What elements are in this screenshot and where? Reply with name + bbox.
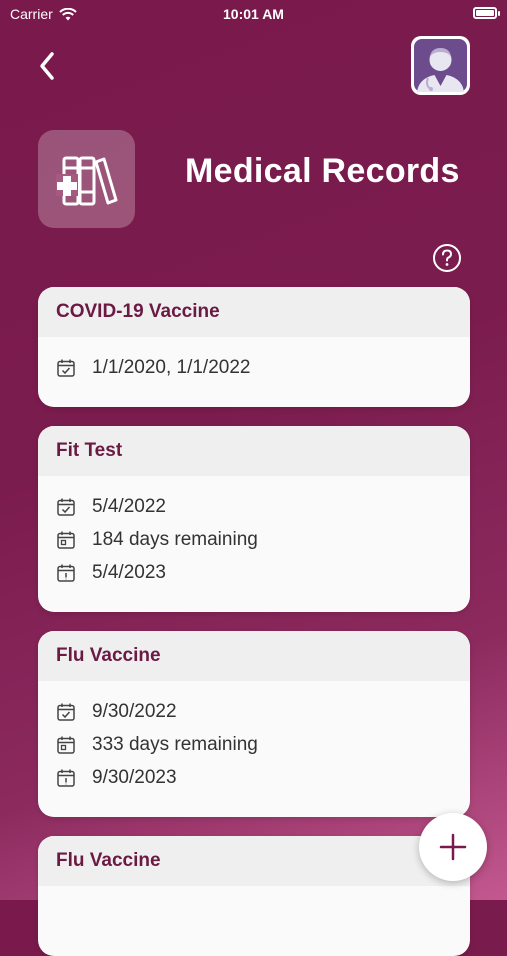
- record-card[interactable]: Flu Vaccine: [38, 836, 470, 956]
- record-date-row: 9/30/2022: [56, 695, 452, 728]
- record-date: 1/1/2020, 1/1/2022: [92, 356, 251, 378]
- plus-icon: [439, 833, 467, 861]
- record-title: Flu Vaccine: [38, 631, 470, 681]
- record-remaining: 184 days remaining: [92, 528, 258, 550]
- record-title: Flu Vaccine: [38, 836, 470, 886]
- record-date: 5/4/2022: [92, 495, 166, 517]
- calendar-alert-icon: [57, 769, 75, 787]
- page-title: Medical Records: [185, 152, 460, 190]
- calendar-icon: [57, 531, 75, 549]
- question-circle-icon: [433, 244, 461, 272]
- record-title: COVID-19 Vaccine: [38, 287, 470, 337]
- calendar-check-icon: [57, 703, 75, 721]
- doctor-avatar-icon: [414, 39, 467, 92]
- help-button[interactable]: [432, 243, 462, 273]
- record-expires-row: 9/30/2023: [56, 761, 452, 794]
- calendar-alert-icon: [57, 564, 75, 582]
- calendar-check-icon: [57, 498, 75, 516]
- record-date-row: 5/4/2022: [56, 490, 452, 523]
- record-remaining: 333 days remaining: [92, 733, 258, 755]
- battery-icon: [473, 7, 500, 19]
- status-bar: Carrier 10:01 AM: [0, 0, 507, 28]
- add-record-button[interactable]: [419, 813, 487, 881]
- chevron-left-icon: [40, 52, 54, 80]
- record-remaining-row: 333 days remaining: [56, 728, 452, 761]
- record-card[interactable]: COVID-19 Vaccine 1/1/2020, 1/1/2022: [38, 287, 470, 407]
- record-expires: 9/30/2023: [92, 766, 177, 788]
- record-card[interactable]: Fit Test 5/4/2022 184 days remaining 5/4…: [38, 426, 470, 612]
- status-time: 10:01 AM: [223, 6, 284, 22]
- record-card[interactable]: Flu Vaccine 9/30/2022 333 days remaining: [38, 631, 470, 817]
- record-date-row: 1/1/2020, 1/1/2022: [56, 351, 452, 384]
- medical-records-header-icon: [38, 130, 135, 228]
- back-button[interactable]: [34, 48, 64, 84]
- record-remaining-row: 184 days remaining: [56, 523, 452, 556]
- doctor-avatar[interactable]: [411, 36, 470, 95]
- calendar-check-icon: [57, 359, 75, 377]
- medical-books-icon: [55, 156, 117, 206]
- calendar-icon: [57, 736, 75, 754]
- record-expires-row: 5/4/2023: [56, 556, 452, 589]
- record-date: 9/30/2022: [92, 700, 177, 722]
- record-title: Fit Test: [38, 426, 470, 476]
- record-expires: 5/4/2023: [92, 561, 166, 583]
